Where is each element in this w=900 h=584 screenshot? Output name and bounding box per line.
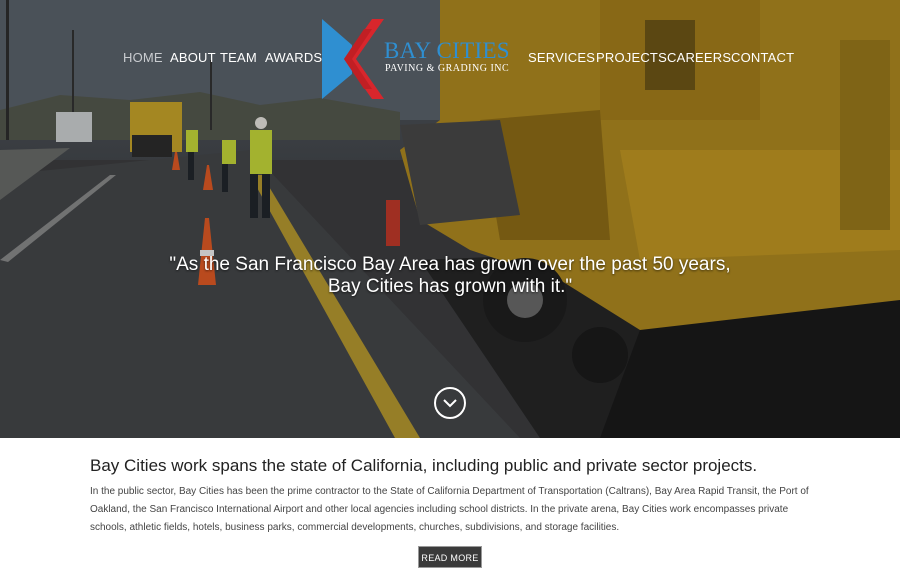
nav-services[interactable]: SERVICES [528, 50, 595, 65]
hero-quote: "As the San Francisco Bay Area has grown… [0, 254, 900, 298]
nav-team[interactable]: TEAM [220, 50, 257, 65]
nav-contact[interactable]: CONTACT [731, 50, 794, 65]
hero-section: HOME ABOUT TEAM AWARDS BAY CITIES PAVING… [0, 0, 900, 438]
nav-about[interactable]: ABOUT [170, 50, 216, 65]
logo-name: BAY CITIES [384, 38, 510, 63]
intro-section: Bay Cities work spans the state of Calif… [0, 438, 900, 584]
nav-careers[interactable]: CAREERS [667, 50, 731, 65]
intro-body: In the public sector, Bay Cities has bee… [90, 486, 809, 533]
logo-tagline: PAVING & GRADING INC [385, 63, 510, 74]
main-nav: HOME ABOUT TEAM AWARDS BAY CITIES PAVING… [0, 0, 900, 115]
scroll-down-button[interactable] [434, 387, 466, 419]
hero-quote-line-1: "As the San Francisco Bay Area has grown… [169, 254, 731, 275]
intro-heading: Bay Cities work spans the state of Calif… [90, 456, 758, 475]
read-more-button[interactable]: READ MORE [418, 546, 482, 568]
hero-quote-line-2: Bay Cities has grown with it." [327, 276, 573, 297]
nav-projects[interactable]: PROJECTS [596, 50, 667, 65]
chevron-down-circle-icon [443, 399, 457, 408]
nav-awards[interactable]: AWARDS [265, 50, 322, 65]
site-logo[interactable]: BAY CITIES PAVING & GRADING INC [322, 19, 517, 99]
nav-home[interactable]: HOME [123, 50, 163, 65]
logo-mark-icon [322, 19, 384, 99]
